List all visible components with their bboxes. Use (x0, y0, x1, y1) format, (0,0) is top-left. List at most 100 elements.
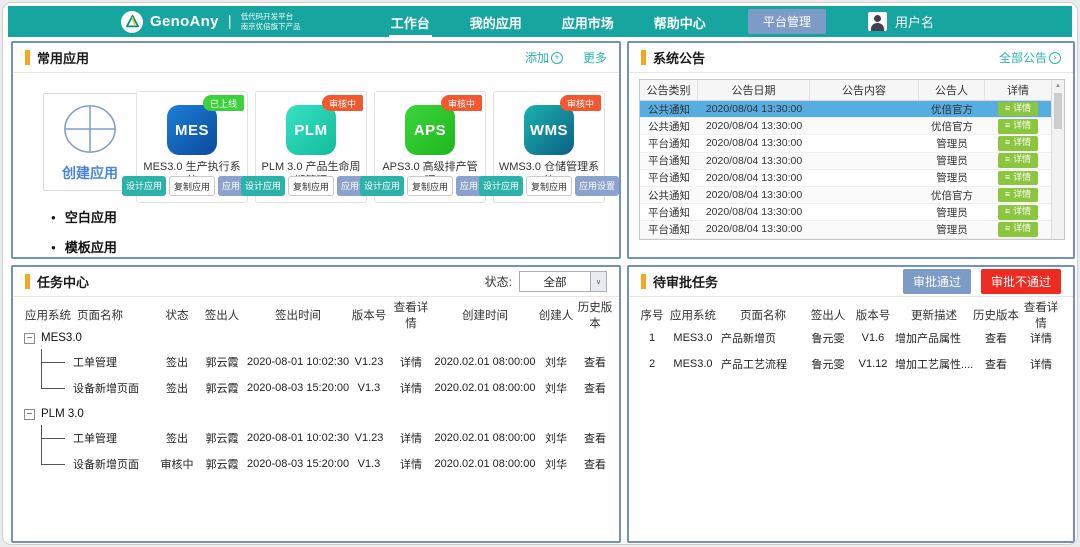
task-group-row[interactable]: −MES3.0 (13, 327, 619, 349)
column-header: 应用系统 (665, 307, 721, 323)
all-announcements-link[interactable]: 全部公告 › (999, 49, 1061, 66)
chevron-down-icon[interactable]: ∨ (590, 272, 606, 291)
list-icon: ≡ (1005, 189, 1010, 201)
app-card-plm[interactable]: 审核中PLMPLM 3.0 产品生命周期管理设计应用复制应用应用设置 (255, 91, 367, 203)
announcement-date: 2020/08/04 13:30:00 (698, 187, 810, 203)
version: V1.3 (349, 458, 389, 470)
announcements-header: 系统公告 全部公告 › (629, 43, 1073, 73)
settings-app-button[interactable]: 应用设置 (575, 176, 619, 196)
task-status: 签出 (157, 380, 197, 396)
app-type-bullet[interactable]: 空白应用 (51, 207, 117, 226)
announcement-content (810, 170, 919, 186)
list-icon: ≡ (1005, 103, 1010, 115)
announcement-detail-button[interactable]: ≡详情 (998, 153, 1038, 168)
announcement-row[interactable]: 平台通知2020/08/04 13:30:00管理员≡详情 (640, 153, 1051, 170)
column-header: 详情 (985, 80, 1051, 100)
copy-app-button[interactable]: 复制应用 (288, 176, 334, 196)
design-app-button[interactable]: 设计应用 (241, 176, 285, 196)
announcement-detail-button[interactable]: ≡详情 (998, 136, 1038, 151)
add-app-link[interactable]: 添加 + (525, 49, 563, 66)
scrollbar[interactable]: ▲ (1051, 80, 1064, 239)
announcement-detail-button[interactable]: ≡详情 (998, 171, 1038, 186)
nav-help-center[interactable]: 帮助中心 (652, 6, 708, 37)
status-filter-select[interactable]: 全部 ∨ (519, 271, 607, 292)
announcement-detail-button[interactable]: ≡详情 (998, 102, 1038, 117)
scroll-up-icon[interactable]: ▲ (1052, 80, 1064, 89)
app-card-wms[interactable]: 审核中WMSWMS3.0 仓储管理系统设计应用复制应用应用设置 (493, 91, 605, 203)
app-card-actions: 设计应用复制应用应用设置 (496, 176, 602, 196)
column-header: 版本号 (349, 307, 389, 323)
tree-line (41, 362, 65, 363)
scrollbar-thumb[interactable] (1054, 93, 1062, 129)
collapse-icon[interactable]: − (24, 409, 35, 420)
detail-link[interactable]: 详情 (389, 354, 433, 370)
announcement-content (810, 101, 919, 117)
detail-link[interactable]: 详情 (1019, 356, 1063, 372)
app-system-label: MES3.0 (41, 332, 82, 344)
announcement-row[interactable]: 平台通知2020/08/04 13:30:00管理员≡详情 (640, 170, 1051, 187)
created-time: 2020.02.01 08:00:00 (433, 356, 537, 368)
announcement-row[interactable]: 平台通知2020/08/04 13:30:00管理员≡详情 (640, 221, 1051, 238)
announcement-row[interactable]: 公共通知2020/08/04 13:30:00优倍官方≡详情 (640, 101, 1051, 118)
design-app-button[interactable]: 设计应用 (122, 176, 166, 196)
nav-app-market[interactable]: 应用市场 (560, 6, 616, 37)
app-type-bullet[interactable]: 模板应用 (51, 237, 117, 256)
nav-workbench[interactable]: 工作台 (389, 6, 432, 37)
history-link[interactable]: 查看 (575, 380, 615, 396)
checkout-by: 郭云霞 (197, 354, 247, 370)
announcement-type: 平台通知 (640, 135, 698, 151)
announcement-detail-button[interactable]: ≡详情 (998, 119, 1038, 134)
announcement-detail-button[interactable]: ≡详情 (998, 188, 1038, 203)
more-link[interactable]: 更多 (583, 49, 607, 66)
collapse-icon[interactable]: − (24, 333, 35, 344)
announcement-date: 2020/08/04 13:30:00 (698, 118, 810, 134)
copy-app-button[interactable]: 复制应用 (169, 176, 215, 196)
announcement-row[interactable]: 公共通知2020/08/04 13:30:00优倍官方≡详情 (640, 118, 1051, 135)
user-avatar[interactable] (868, 12, 887, 31)
announcement-type: 平台通知 (640, 221, 698, 237)
detail-link[interactable]: 详情 (389, 380, 433, 396)
task-row[interactable]: 设备新增页面审核中郭云霞2020-08-03 15:20:00V1.3详情202… (13, 451, 619, 477)
detail-link[interactable]: 详情 (1019, 330, 1063, 346)
tree-line (41, 375, 42, 388)
history-link[interactable]: 查看 (575, 430, 615, 446)
username[interactable]: 用户名 (895, 12, 934, 31)
history-link[interactable]: 查看 (575, 456, 615, 472)
announcement-row[interactable]: 平台通知2020/08/04 13:30:00管理员≡详情 (640, 204, 1051, 221)
task-row[interactable]: 设备新增页面签出郭云霞2020-08-03 15:20:00V1.3详情2020… (13, 375, 619, 401)
task-group-row[interactable]: −PLM 3.0 (13, 403, 619, 425)
app-card-aps[interactable]: 审核中APSAPS3.0 高级排产管理设计应用复制应用应用设置 (374, 91, 486, 203)
column-header: 签出人 (197, 307, 247, 323)
approve-button[interactable]: 审批通过 (903, 269, 971, 294)
announcement-detail-button[interactable]: ≡详情 (998, 222, 1038, 237)
reject-button[interactable]: 审批不通过 (981, 269, 1061, 294)
approvals-header: 待审批任务 审批通过 审批不通过 (629, 267, 1073, 297)
task-row[interactable]: 工单管理签出郭云霞2020-08-01 10:02:30V1.23详情2020.… (13, 425, 619, 451)
announcement-detail-button[interactable]: ≡详情 (998, 205, 1038, 220)
copy-app-button[interactable]: 复制应用 (407, 176, 453, 196)
app-card-mes[interactable]: 已上线MESMES3.0 生产执行系统设计应用复制应用应用设置 (136, 91, 248, 203)
task-page-cell: 工单管理 (23, 349, 157, 375)
task-row[interactable]: 工单管理签出郭云霞2020-08-01 10:02:30V1.23详情2020.… (13, 349, 619, 375)
status-label: 状态: (485, 273, 512, 290)
announcement-row[interactable]: 公共通知2020/08/04 13:30:00优倍官方≡详情 (640, 187, 1051, 204)
app-system-label: PLM 3.0 (41, 408, 84, 420)
detail-link[interactable]: 详情 (389, 430, 433, 446)
history-link[interactable]: 查看 (973, 356, 1019, 372)
tagline-line1: 低代码开发平台 (241, 12, 301, 22)
page-name: 工单管理 (23, 430, 117, 446)
genoany-logo-icon (121, 11, 143, 33)
detail-link[interactable]: 详情 (389, 456, 433, 472)
status-badge: 审核中 (322, 95, 363, 111)
history-link[interactable]: 查看 (973, 330, 1019, 346)
approval-row[interactable]: 1MES3.0产品新增页鲁元雯V1.6增加产品属性查看详情 (629, 325, 1073, 351)
platform-admin-button[interactable]: 平台管理 (748, 9, 826, 34)
design-app-button[interactable]: 设计应用 (360, 176, 404, 196)
copy-app-button[interactable]: 复制应用 (526, 176, 572, 196)
nav-my-apps[interactable]: 我的应用 (468, 6, 524, 37)
announcement-row[interactable]: 平台通知2020/08/04 13:30:00管理员≡详情 (640, 135, 1051, 152)
design-app-button[interactable]: 设计应用 (479, 176, 523, 196)
history-link[interactable]: 查看 (575, 354, 615, 370)
approval-row[interactable]: 2MES3.0产品工艺流程鲁元雯V1.12增加工艺属性......查看详情 (629, 351, 1073, 377)
checkout-by: 鲁元雯 (805, 330, 851, 346)
